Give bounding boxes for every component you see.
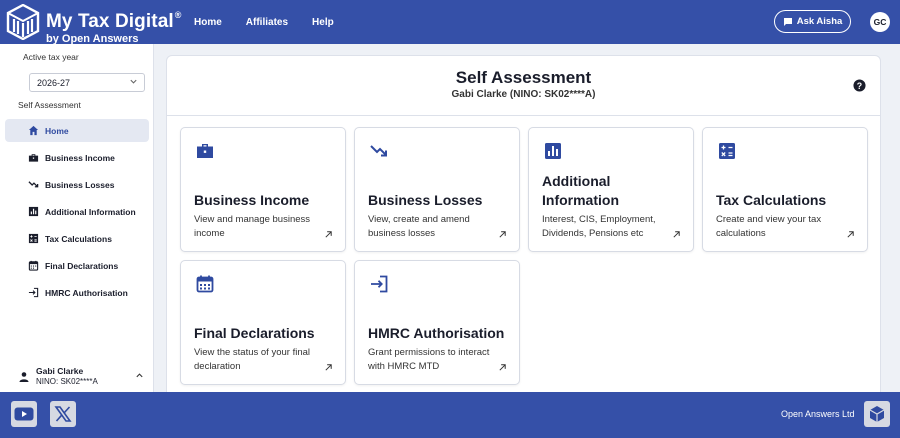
card-description: View the status of your final declaratio… (194, 347, 310, 372)
svg-text:?: ? (857, 81, 862, 91)
card-title: Additional Information (542, 173, 619, 208)
trending-down-icon (370, 145, 387, 157)
arrow-up-right-icon (325, 231, 332, 238)
trending-down-icon (28, 181, 39, 188)
user-menu[interactable]: Gabi Clarke NINO: SK02****A (18, 366, 148, 388)
card-description: View and manage business income (194, 214, 311, 239)
card-additional-information[interactable]: Additional Information Interest, CIS, Em… (528, 127, 694, 252)
user-name: Gabi Clarke (36, 366, 84, 376)
tax-year-select[interactable]: 2026-27 (29, 73, 145, 92)
sidebar: Active tax year 2026-27 Self Assessment … (0, 44, 154, 392)
main-nav: Home Affiliates Help (194, 0, 358, 44)
user-nino: NINO: SK02****A (36, 377, 98, 386)
arrow-up-right-icon (499, 231, 506, 238)
ask-aisha-button[interactable]: Ask Aisha (774, 10, 851, 33)
avatar[interactable]: GC (870, 12, 890, 32)
page-title: Self Assessment (455, 68, 592, 87)
chevron-up-icon[interactable] (135, 371, 144, 380)
bar-chart-icon (545, 143, 561, 159)
cube-icon (869, 406, 885, 422)
youtube-link[interactable] (11, 401, 37, 427)
card-title: Final Declarations (194, 325, 315, 341)
sidebar-item-label: HMRC Authorisation (45, 287, 128, 298)
tax-year-label: Active tax year (23, 52, 79, 62)
sidebar-item-business-income[interactable]: Business Income (5, 146, 149, 169)
brand[interactable]: My Tax Digital® by Open Answers (46, 5, 181, 45)
bar-chart-icon (28, 206, 39, 217)
sidebar-item-hmrc-authorisation[interactable]: HMRC Authorisation (5, 281, 149, 304)
sidebar-item-final-declarations[interactable]: Final Declarations (5, 254, 149, 277)
sidebar-item-label: Final Declarations (45, 260, 119, 271)
sidebar-item-label: Home (45, 125, 69, 136)
youtube-icon (14, 407, 34, 421)
arrow-up-right-icon (673, 231, 680, 238)
sidebar-item-business-losses[interactable]: Business Losses (5, 173, 149, 196)
card-tax-calculations[interactable]: Tax Calculations Create and view your ta… (702, 127, 868, 252)
panel-header: Self Assessment Gabi Clarke (NINO: SK02*… (167, 56, 880, 116)
registered-mark: ® (174, 10, 182, 20)
nav-affiliates[interactable]: Affiliates (246, 17, 288, 28)
sidebar-item-tax-calculations[interactable]: Tax Calculations (5, 227, 149, 250)
main-panel: Self Assessment Gabi Clarke (NINO: SK02*… (166, 55, 881, 400)
card-title: Business Income (194, 192, 310, 208)
sidebar-item-label: Additional Information (45, 206, 136, 217)
card-final-declarations[interactable]: Final Declarations View the status of yo… (180, 260, 346, 385)
footer-company: Open Answers Ltd (781, 409, 855, 419)
card-business-income[interactable]: Business Income View and manage business… (180, 127, 346, 252)
card-description: Interest, CIS, Employment, Dividends, Pe… (542, 214, 656, 239)
login-icon (28, 287, 39, 298)
card-title: Tax Calculations (716, 192, 827, 208)
home-icon (28, 125, 39, 136)
briefcase-icon (197, 144, 213, 158)
logo-icon[interactable] (6, 4, 40, 40)
arrow-up-right-icon (499, 364, 506, 371)
card-title: HMRC Authorisation (368, 325, 505, 341)
x-icon (54, 406, 72, 422)
person-icon (19, 372, 29, 382)
help-icon[interactable]: ? (853, 79, 866, 92)
nav-home[interactable]: Home (194, 17, 222, 28)
card-title: Business Losses (368, 192, 483, 208)
tax-year-value: 2026-27 (37, 77, 71, 88)
nav-help[interactable]: Help (312, 17, 334, 28)
chat-icon (783, 17, 792, 26)
footer-logo[interactable] (864, 401, 890, 427)
arrow-up-right-icon (325, 364, 332, 371)
sidebar-item-home[interactable]: Home (5, 119, 149, 142)
card-business-losses[interactable]: Business Losses View, create and amend b… (354, 127, 520, 252)
sidebar-item-additional-information[interactable]: Additional Information (5, 200, 149, 223)
section-label: Self Assessment (18, 100, 81, 110)
card-hmrc-authorisation[interactable]: HMRC Authorisation Grant permissions to … (354, 260, 520, 385)
footer: Open Answers Ltd (0, 392, 900, 438)
calendar-icon (28, 260, 39, 271)
card-description: Grant permissions to interact with HMRC … (368, 347, 490, 372)
calculator-icon (28, 233, 39, 244)
login-icon (371, 275, 388, 293)
briefcase-icon (28, 154, 39, 162)
card-description: View, create and amend business losses (368, 214, 470, 239)
sidebar-item-label: Business Income (45, 152, 115, 163)
sidebar-item-label: Business Losses (45, 179, 115, 190)
ask-aisha-label: Ask Aisha (796, 16, 843, 27)
arrow-up-right-icon (847, 231, 854, 238)
chevron-down-icon (130, 79, 137, 84)
top-bar: My Tax Digital® by Open Answers Home Aff… (0, 0, 900, 45)
page-subtitle: Gabi Clarke (NINO: SK02****A) (451, 89, 596, 100)
calendar-icon (196, 275, 214, 293)
calculator-icon (719, 143, 735, 159)
x-link[interactable] (50, 401, 76, 427)
card-description: Create and view your tax calculations (716, 214, 822, 239)
sidebar-item-label: Tax Calculations (45, 233, 112, 244)
brand-title: My Tax Digital® (46, 10, 182, 32)
